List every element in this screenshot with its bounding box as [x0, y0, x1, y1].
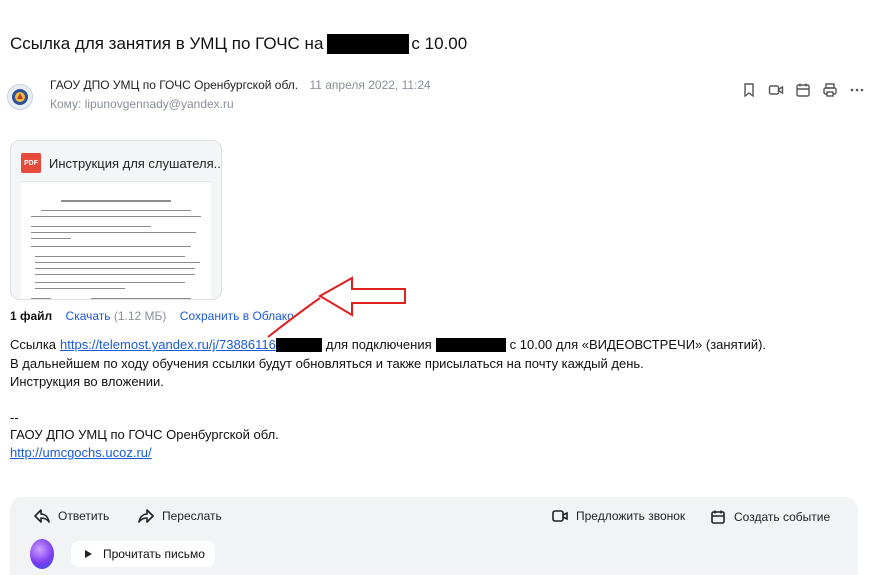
- link-prefix: Ссылка: [10, 337, 57, 352]
- redaction-box: [327, 34, 410, 54]
- video-icon[interactable]: [768, 82, 784, 98]
- calendar-icon[interactable]: [795, 82, 811, 98]
- create-event-button[interactable]: Создать событие: [710, 509, 830, 525]
- play-icon: [85, 550, 92, 558]
- attachment-name: Инструкция для слушателя...: [49, 155, 222, 171]
- recipient-line: Кому: lipunovgennady@yandex.ru: [50, 97, 234, 111]
- attachments-summary: 1 файл Скачать (1.12 МБ) Сохранить в Обл…: [10, 309, 294, 323]
- pdf-icon: PDF: [21, 153, 41, 173]
- more-icon[interactable]: [849, 82, 865, 98]
- print-icon[interactable]: [822, 82, 838, 98]
- read-aloud-label: Прочитать письмо: [103, 547, 205, 561]
- suggest-call-button[interactable]: Предложить звонок: [552, 509, 685, 523]
- body-line-2: В дальнейшем по ходу обучения ссылки буд…: [10, 356, 644, 371]
- body-line-1: Ссылка https://telemost.yandex.ru/j/7388…: [10, 337, 766, 352]
- read-aloud-button[interactable]: Прочитать письмо: [71, 541, 215, 567]
- redaction-box: [435, 337, 506, 352]
- sender-line: ГАОУ ДПО УМЦ по ГОЧС Оренбургской обл. 1…: [50, 78, 431, 92]
- message-toolbar: [741, 82, 865, 98]
- bookmark-icon[interactable]: [741, 82, 757, 98]
- attachment-preview: [21, 181, 211, 299]
- forward-icon: [138, 509, 154, 523]
- save-to-cloud-link[interactable]: Сохранить в Облако: [180, 309, 294, 323]
- email-date: 11 апреля 2022, 11:24: [309, 78, 431, 92]
- signature-dash: --: [10, 410, 19, 425]
- meeting-link[interactable]: https://telemost.yandex.ru/j/73886116: [60, 337, 276, 352]
- forward-label: Переслать: [162, 509, 222, 523]
- assistant-orb-icon[interactable]: [30, 539, 54, 569]
- create-event-label: Создать событие: [734, 510, 831, 524]
- reply-label: Ответить: [58, 509, 110, 523]
- forward-button[interactable]: Переслать: [138, 509, 222, 523]
- signature-url[interactable]: http://umcgochs.ucoz.ru/: [10, 445, 152, 460]
- subject-text-end: с 10.00: [411, 34, 468, 53]
- attachment-header: PDF Инструкция для слушателя...: [21, 153, 222, 173]
- link-suffix-1: для подключения: [325, 337, 432, 352]
- signature-org: ГАОУ ДПО УМЦ по ГОЧС Оренбургской обл.: [10, 427, 279, 442]
- reply-icon: [34, 509, 50, 523]
- link-suffix-2: с 10.00 для «ВИДЕОВСТРЕЧИ» (занятий).: [509, 337, 767, 352]
- reply-button[interactable]: Ответить: [34, 509, 109, 523]
- email-subject: Ссылка для занятия в УМЦ по ГОЧС на с 10…: [10, 34, 467, 54]
- calendar-event-icon: [711, 510, 725, 524]
- sender-avatar[interactable]: [7, 84, 33, 110]
- file-size: (1.12 МБ): [113, 309, 167, 323]
- arrow-head-shape: [318, 276, 406, 317]
- redaction-box: [275, 337, 322, 352]
- sender-name[interactable]: ГАОУ ДПО УМЦ по ГОЧС Оренбургской обл.: [50, 78, 298, 92]
- body-line-3: Инструкция во вложении.: [10, 374, 164, 389]
- suggest-call-label: Предложить звонок: [576, 509, 686, 523]
- attachment-card[interactable]: PDF Инструкция для слушателя...: [10, 140, 222, 300]
- subject-text-start: Ссылка для занятия в УМЦ по ГОЧС на: [10, 34, 324, 53]
- emblem-icon: [12, 89, 28, 105]
- files-count: 1 файл: [10, 309, 53, 323]
- video-call-icon: [552, 510, 568, 522]
- bottom-action-bar: Ответить Переслать Предложить звонок Соз…: [10, 497, 858, 575]
- download-link[interactable]: Скачать: [66, 309, 111, 323]
